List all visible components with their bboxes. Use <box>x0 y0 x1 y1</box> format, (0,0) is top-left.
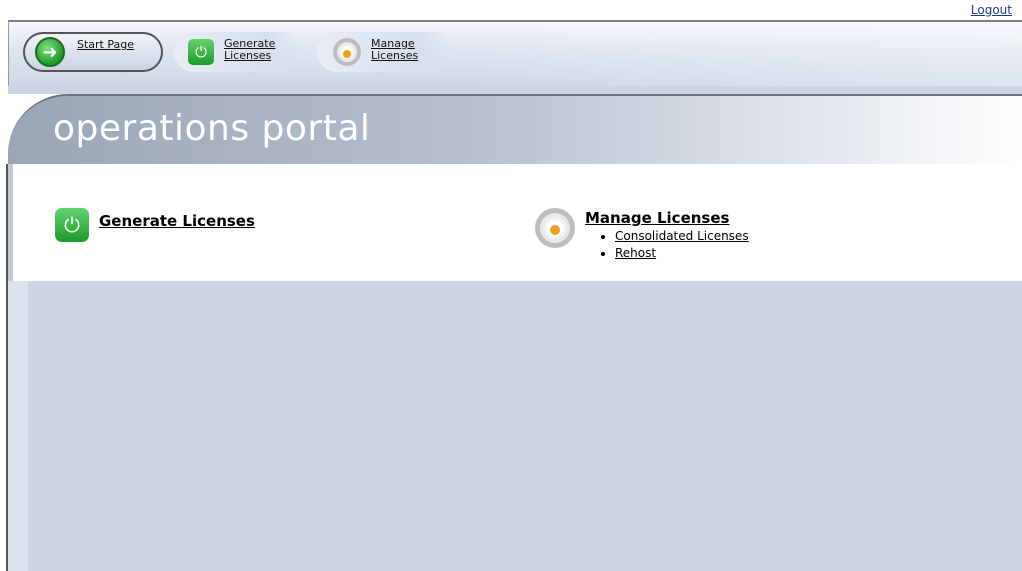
power-icon: ⏻ <box>55 208 89 242</box>
tab-manage-licenses[interactable]: Manage Licenses <box>317 32 457 72</box>
tab-manage-licenses-label[interactable]: Manage Licenses <box>371 38 418 62</box>
list-item: Rehost <box>615 245 749 262</box>
tab-start-page[interactable]: ➜ Start Page <box>23 32 163 72</box>
logout-link[interactable]: Logout <box>971 3 1012 17</box>
rehost-link[interactable]: Rehost <box>615 246 656 260</box>
power-icon: ⏻ <box>188 39 214 65</box>
manage-licenses-list: Consolidated Licenses Rehost <box>615 228 749 262</box>
manage-licenses-section: Manage Licenses Consolidated Licenses Re… <box>535 208 749 262</box>
tab-start-page-label[interactable]: Start Page <box>77 39 134 51</box>
main-content: ⏻ Generate Licenses Manage Licenses Cons… <box>8 164 1022 281</box>
top-bar: Logout <box>0 0 1022 20</box>
arrow-right-circle-icon: ➜ <box>35 37 65 67</box>
generate-licenses-section: ⏻ Generate Licenses <box>55 208 255 242</box>
manage-licenses-link[interactable]: Manage Licenses <box>585 209 729 227</box>
cycle-icon <box>535 208 575 248</box>
manage-licenses-block: Manage Licenses Consolidated Licenses Re… <box>575 208 749 262</box>
list-item: Consolidated Licenses <box>615 228 749 245</box>
nav-bar: ➜ Start Page ⏻ Generate Licenses Manage … <box>8 20 1022 86</box>
page-title: operations portal <box>53 108 371 149</box>
page-header: operations portal <box>8 94 1022 164</box>
tab-generate-licenses-label[interactable]: Generate Licenses <box>224 38 275 62</box>
cycle-icon <box>333 38 361 66</box>
tab-generate-licenses[interactable]: ⏻ Generate Licenses <box>174 32 304 72</box>
nav-separator-band <box>8 86 1022 94</box>
generate-licenses-link[interactable]: Generate Licenses <box>99 212 255 230</box>
empty-content-area <box>8 281 1022 571</box>
consolidated-licenses-link[interactable]: Consolidated Licenses <box>615 229 749 243</box>
